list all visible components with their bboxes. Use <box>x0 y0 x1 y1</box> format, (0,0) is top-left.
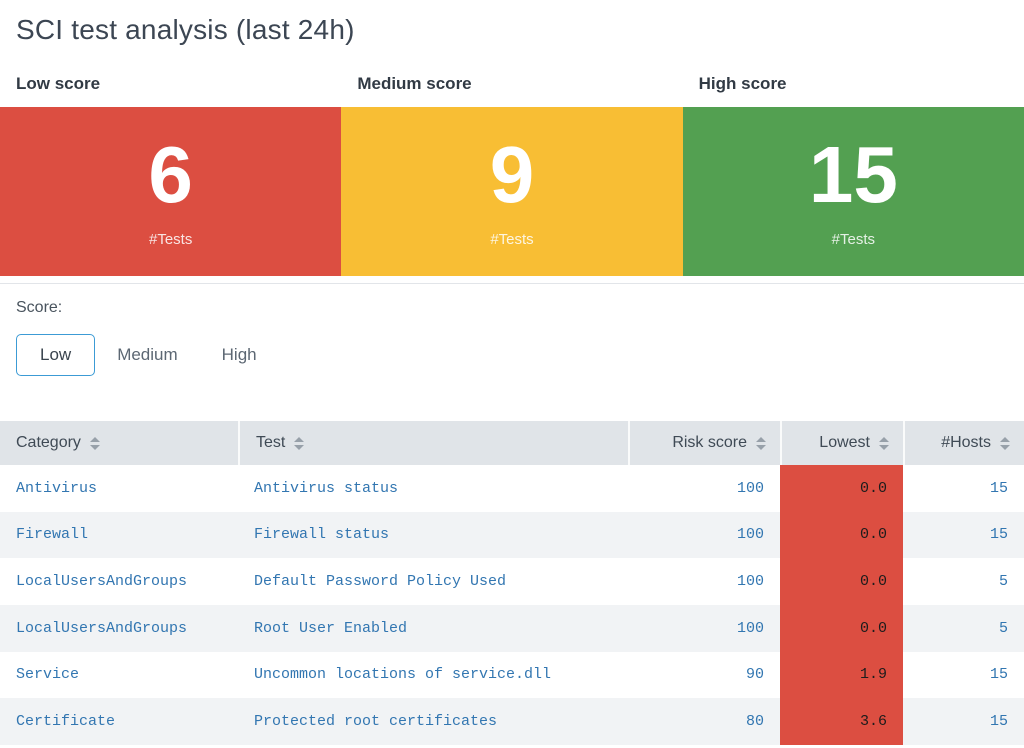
cell-test[interactable]: Antivirus status <box>238 465 628 512</box>
cell-lowest[interactable]: 3.6 <box>780 698 903 745</box>
sort-icon <box>756 437 766 450</box>
single-value-cards: 6 #Tests 9 #Tests 15 #Tests <box>0 107 1024 276</box>
table-row: Firewall Firewall status 100 0.0 15 <box>0 512 1024 559</box>
high-score-caption: #Tests <box>832 231 875 248</box>
low-score-value: 6 <box>148 135 193 215</box>
cell-hosts[interactable]: 15 <box>903 698 1024 745</box>
sort-icon <box>879 437 889 450</box>
score-filter-medium-button[interactable]: Medium <box>116 334 178 376</box>
cell-lowest[interactable]: 0.0 <box>780 465 903 512</box>
score-filter-panel: Score: Low Medium High <box>0 283 1024 376</box>
cell-risk-score[interactable]: 80 <box>628 698 780 745</box>
column-header-category-label: Category <box>16 434 81 452</box>
table-body: Antivirus Antivirus status 100 0.0 15 Fi… <box>0 465 1024 745</box>
score-filter-label: Score: <box>16 299 1008 317</box>
table-row: Service Uncommon locations of service.dl… <box>0 652 1024 699</box>
cell-risk-score[interactable]: 100 <box>628 465 780 512</box>
cell-risk-score[interactable]: 100 <box>628 558 780 605</box>
cell-test[interactable]: Firewall status <box>238 512 628 559</box>
column-header-risk-score[interactable]: Risk score <box>628 421 780 465</box>
column-header-category[interactable]: Category <box>0 421 238 465</box>
low-score-caption: #Tests <box>149 231 192 248</box>
cell-hosts[interactable]: 15 <box>903 512 1024 559</box>
sort-icon <box>294 437 304 450</box>
cell-test[interactable]: Protected root certificates <box>238 698 628 745</box>
cell-hosts[interactable]: 15 <box>903 465 1024 512</box>
cell-hosts[interactable]: 5 <box>903 605 1024 652</box>
high-score-value: 15 <box>809 135 898 215</box>
high-score-label: High score <box>683 74 1024 94</box>
page-title: SCI test analysis (last 24h) <box>16 14 1008 46</box>
sort-icon <box>90 437 100 450</box>
table-row: LocalUsersAndGroups Root User Enabled 10… <box>0 605 1024 652</box>
cell-risk-score[interactable]: 100 <box>628 605 780 652</box>
table-row: Antivirus Antivirus status 100 0.0 15 <box>0 465 1024 512</box>
cell-category[interactable]: Certificate <box>0 698 238 745</box>
cell-category[interactable]: Service <box>0 652 238 699</box>
column-header-risk-score-label: Risk score <box>672 434 747 452</box>
low-score-card[interactable]: 6 #Tests <box>0 107 341 276</box>
column-header-test-label: Test <box>256 434 285 452</box>
cell-test[interactable]: Uncommon locations of service.dll <box>238 652 628 699</box>
cell-lowest[interactable]: 0.0 <box>780 558 903 605</box>
cell-test[interactable]: Default Password Policy Used <box>238 558 628 605</box>
column-header-test[interactable]: Test <box>238 421 628 465</box>
column-header-hosts-label: #Hosts <box>941 434 991 452</box>
medium-score-caption: #Tests <box>490 231 533 248</box>
cell-category[interactable]: Firewall <box>0 512 238 559</box>
cell-test[interactable]: Root User Enabled <box>238 605 628 652</box>
medium-score-card[interactable]: 9 #Tests <box>341 107 682 276</box>
cell-hosts[interactable]: 5 <box>903 558 1024 605</box>
cell-risk-score[interactable]: 100 <box>628 512 780 559</box>
cell-lowest[interactable]: 1.9 <box>780 652 903 699</box>
cell-hosts[interactable]: 15 <box>903 652 1024 699</box>
table-row: Certificate Protected root certificates … <box>0 698 1024 745</box>
column-header-hosts[interactable]: #Hosts <box>903 421 1024 465</box>
medium-score-value: 9 <box>490 135 535 215</box>
score-filter-options: Low Medium High <box>16 334 1008 376</box>
cell-lowest[interactable]: 0.0 <box>780 512 903 559</box>
score-filter-high-button[interactable]: High <box>221 334 258 376</box>
cell-category[interactable]: LocalUsersAndGroups <box>0 605 238 652</box>
column-header-lowest-label: Lowest <box>819 434 870 452</box>
cell-risk-score[interactable]: 90 <box>628 652 780 699</box>
cell-category[interactable]: LocalUsersAndGroups <box>0 558 238 605</box>
table-row: LocalUsersAndGroups Default Password Pol… <box>0 558 1024 605</box>
cell-lowest[interactable]: 0.0 <box>780 605 903 652</box>
high-score-card[interactable]: 15 #Tests <box>683 107 1024 276</box>
column-header-lowest[interactable]: Lowest <box>780 421 903 465</box>
score-card-labels: Low score Medium score High score <box>0 74 1024 94</box>
low-score-label: Low score <box>0 74 341 94</box>
sort-icon <box>1000 437 1010 450</box>
cell-category[interactable]: Antivirus <box>0 465 238 512</box>
table-header-row: Category Test Risk score Lowest #Hosts <box>0 421 1024 465</box>
score-filter-low-button[interactable]: Low <box>16 334 95 376</box>
tests-table: Category Test Risk score Lowest #Hosts A… <box>0 421 1024 745</box>
medium-score-label: Medium score <box>341 74 682 94</box>
